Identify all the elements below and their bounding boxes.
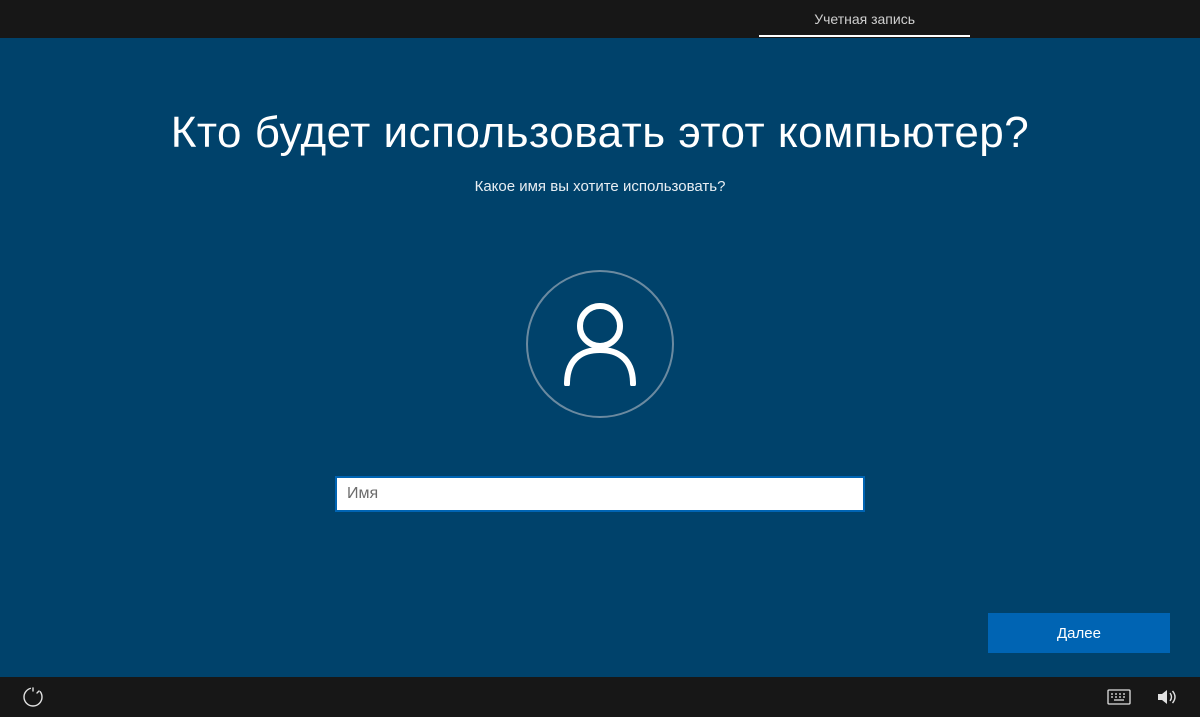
main-panel: Кто будет использовать этот компьютер? К…	[0, 38, 1200, 677]
name-input[interactable]	[335, 476, 865, 512]
page-subtitle: Какое имя вы хотите использовать?	[475, 178, 726, 195]
page-title: Кто будет использовать этот компьютер?	[171, 108, 1030, 158]
next-button[interactable]: Далее	[988, 613, 1170, 653]
accessibility-icon[interactable]	[18, 682, 48, 712]
bottom-bar	[0, 677, 1200, 717]
volume-icon[interactable]	[1152, 682, 1182, 712]
top-bar: Учетная запись	[0, 0, 1200, 38]
keyboard-icon[interactable]	[1104, 682, 1134, 712]
user-icon	[526, 270, 674, 418]
tab-account[interactable]: Учетная запись	[759, 1, 970, 37]
